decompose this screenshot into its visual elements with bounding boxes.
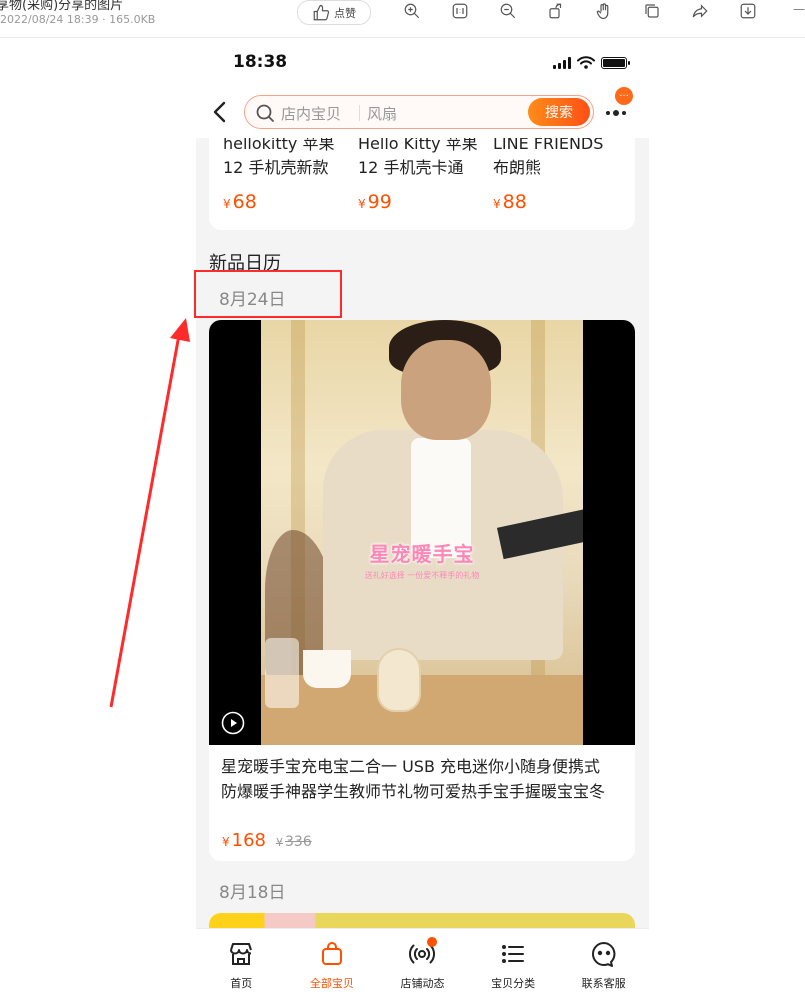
- bottom-tab-bar: 首页 全部宝贝 店铺动态 宝贝分类 联系客服: [196, 928, 649, 997]
- play-icon[interactable]: [221, 711, 245, 735]
- status-bar: 18:38: [196, 38, 649, 86]
- price-row: ¥168 ¥336: [222, 830, 312, 851]
- annotation-highlight-box: [194, 270, 342, 318]
- video-overlay-subtitle: 送礼好选择 一份爱不释手的礼物: [364, 571, 480, 580]
- like-label: 点赞: [334, 6, 356, 20]
- description-line: 防爆暖手神器学生教师节礼物可爱热手宝手握暖宝宝冬: [221, 782, 606, 801]
- calendar-date: 8月18日: [219, 883, 286, 903]
- copy-icon[interactable]: [641, 0, 663, 22]
- viewer-edge-mark: —: [793, 2, 805, 16]
- next-product-card[interactable]: [209, 913, 635, 928]
- product-description: 星宠暖手宝充电宝二合一 USB 充电迷你小随身便携式 防爆暖手神器学生教师节礼物…: [221, 754, 623, 804]
- wifi-icon: [577, 56, 595, 69]
- nav-bar: 店内宝贝 风扇 搜索 ···: [196, 86, 649, 138]
- service-icon: [591, 942, 616, 967]
- tab-customer-service[interactable]: 联系客服: [558, 929, 649, 997]
- search-input[interactable]: 店内宝贝 风扇 搜索: [244, 95, 594, 129]
- video-thumbnail: 星宠暖手宝 送礼好选择 一份爱不释手的礼物: [261, 320, 583, 745]
- back-arrow-icon[interactable]: [210, 100, 230, 124]
- product-price: ¥88: [493, 191, 527, 213]
- tab-label: 宝贝分类: [491, 977, 536, 990]
- zoom-out-icon[interactable]: [497, 0, 519, 22]
- phone-screenshot: 18:38 店内宝贝 风扇 搜索 ··· hellokitty 苹果 12 手机…: [196, 38, 649, 997]
- product-title: 12 手机壳卡通: [358, 158, 464, 177]
- hand-icon[interactable]: [593, 0, 615, 22]
- status-icons: [553, 56, 630, 69]
- product-title: Hello Kitty 苹果: [358, 138, 478, 153]
- search-hint: 风扇: [367, 105, 398, 123]
- zoom-in-icon[interactable]: [401, 0, 423, 22]
- like-button[interactable]: 点赞: [297, 0, 371, 25]
- store-icon: [230, 943, 253, 965]
- status-time: 18:38: [233, 52, 288, 72]
- viewer-title: 享物(采购)分享的图片: [0, 0, 124, 13]
- product-title: 布朗熊: [493, 158, 542, 177]
- signal-icon: [553, 56, 571, 69]
- list-item[interactable]: Hello Kitty 苹果 12 手机壳卡通 ¥99: [358, 138, 488, 213]
- product-price: ¥68: [223, 191, 257, 213]
- product-title: LINE FRIENDS: [493, 138, 604, 153]
- battery-icon: [601, 56, 630, 69]
- video-overlay-title: 星宠暖手宝: [369, 542, 475, 566]
- tab-all-products[interactable]: 全部宝贝: [287, 929, 378, 997]
- rotate-icon[interactable]: [545, 0, 567, 22]
- search-button[interactable]: 搜索: [528, 98, 590, 126]
- search-placeholder: 店内宝贝: [281, 105, 342, 123]
- list-item[interactable]: LINE FRIENDS 布朗熊 ¥88: [493, 138, 623, 213]
- tab-store-updates[interactable]: 店铺动态: [377, 929, 468, 997]
- more-dots-icon[interactable]: [606, 110, 626, 116]
- tab-label: 首页: [230, 977, 253, 990]
- bag-icon: [321, 942, 342, 965]
- viewer-meta: 2022/08/24 18:39 · 165.0KB: [0, 13, 156, 26]
- product-title: hellokitty 苹果: [223, 138, 335, 153]
- product-strip: hellokitty 苹果 12 手机壳新款 ¥68 Hello Kitty 苹…: [209, 138, 635, 230]
- store-content: hellokitty 苹果 12 手机壳新款 ¥68 Hello Kitty 苹…: [196, 138, 649, 928]
- description-line: 星宠暖手宝充电宝二合一 USB 充电迷你小随身便携式: [221, 757, 601, 776]
- tab-label: 全部宝贝: [309, 977, 354, 990]
- product-video[interactable]: 星宠暖手宝 送礼好选择 一份爱不释手的礼物: [209, 320, 635, 745]
- tab-label: 联系客服: [581, 977, 626, 990]
- tab-label: 店铺动态: [400, 977, 445, 990]
- video-product-card[interactable]: 星宠暖手宝 送礼好选择 一份爱不释手的礼物 星宠暖手宝充电宝二合一 USB 充电…: [209, 320, 635, 861]
- search-divider: [359, 105, 360, 121]
- thumbs-up-icon: [313, 4, 330, 20]
- actual-size-icon[interactable]: [449, 0, 471, 22]
- tab-home[interactable]: 首页: [196, 929, 287, 997]
- product-title: 12 手机壳新款: [223, 158, 329, 177]
- tab-categories[interactable]: 宝贝分类: [468, 929, 559, 997]
- share-icon[interactable]: [689, 0, 711, 22]
- message-badge: ···: [614, 86, 634, 106]
- download-icon[interactable]: [737, 0, 759, 22]
- product-price: ¥99: [358, 191, 392, 213]
- current-price: ¥168: [222, 830, 266, 851]
- search-icon: [256, 104, 274, 122]
- list-item[interactable]: hellokitty 苹果 12 手机壳新款 ¥68: [223, 138, 353, 213]
- viewer-toolbar: 享物(采购)分享的图片 2022/08/24 18:39 · 165.0KB 点…: [0, 0, 805, 38]
- original-price: ¥336: [276, 834, 312, 850]
- list-icon: [502, 945, 525, 963]
